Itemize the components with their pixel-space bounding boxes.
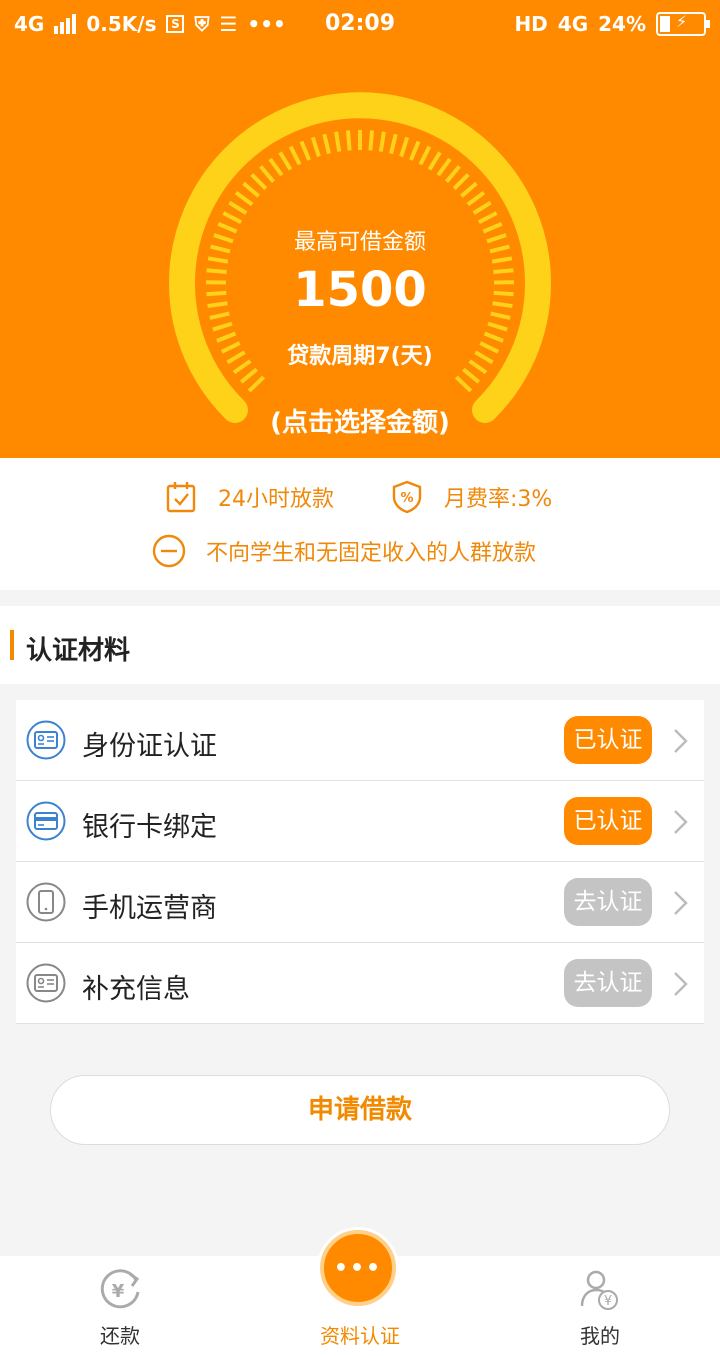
chevron-right-icon (674, 810, 688, 834)
svg-text:¥: ¥ (112, 1281, 125, 1302)
svg-text:%: % (400, 491, 413, 506)
gauge-tick (487, 321, 508, 332)
repay-icon: ¥ (100, 1269, 140, 1309)
feature-restriction-text: 不向学生和无固定收入的人群放款 (206, 541, 537, 566)
verify-row-id-card[interactable]: 身份证认证 已认证 (16, 700, 704, 781)
section-title: 认证材料 (26, 636, 131, 666)
gauge-tick (288, 145, 302, 166)
tab-repay[interactable]: ¥ 还款 (0, 1256, 240, 1356)
verify-row-carrier[interactable]: 手机运营商 去认证 (16, 862, 704, 943)
gauge-tick (228, 200, 248, 215)
gauge-tick (278, 151, 293, 171)
more-dots-icon: ••• (333, 1256, 383, 1281)
status-bar: 4G 0.5K/s S ⛨ ☰ ••• 02:09 HD 4G 24% ⚡ (0, 0, 720, 50)
verify-label: 身份证认证 (82, 731, 217, 762)
feature-rate: % 月费率:3% (390, 480, 552, 514)
verify-label: 补充信息 (82, 974, 190, 1005)
info-card-icon (26, 963, 66, 1003)
tab-label: 还款 (100, 1324, 140, 1348)
tab-label: 资料认证 (320, 1324, 400, 1348)
select-amount-hint[interactable]: (点击选择金额) (0, 402, 720, 439)
gauge-tick (259, 165, 276, 183)
gauge-tick (322, 133, 331, 155)
hd-indicator: HD (514, 12, 548, 36)
chevron-right-icon (674, 972, 688, 996)
apply-loan-button[interactable]: 申请借款 (50, 1075, 670, 1145)
bank-card-icon (26, 801, 66, 841)
chevron-right-icon (674, 891, 688, 915)
gauge-tick (472, 200, 492, 215)
gauge-tick (242, 181, 260, 198)
verify-label: 银行卡绑定 (82, 812, 217, 843)
network-type-right: 4G (557, 12, 589, 36)
gauge-tick (462, 367, 481, 384)
verified-badge[interactable]: 已认证 (564, 797, 652, 845)
gauge-tick (418, 145, 432, 166)
calendar-check-icon (164, 480, 198, 514)
gauge-tick (299, 140, 311, 161)
gauge-tick (334, 131, 342, 152)
go-verify-badge[interactable]: 去认证 (564, 878, 652, 926)
verify-label: 手机运营商 (82, 893, 217, 924)
verify-section-header: 认证材料 (0, 606, 720, 684)
go-verify-badge[interactable]: 去认证 (564, 959, 652, 1007)
verify-row-bank-card[interactable]: 银行卡绑定 已认证 (16, 781, 704, 862)
gauge-tick (444, 165, 461, 183)
gauge-tick (268, 157, 284, 177)
gauge-tick (399, 136, 410, 158)
gauge-tick (409, 140, 421, 161)
gauge-tick (389, 133, 398, 155)
verified-badge[interactable]: 已认证 (564, 716, 652, 764)
gauge-tick (436, 157, 452, 177)
battery-icon: ⚡ (656, 12, 710, 36)
user-icon: ¥ (580, 1270, 618, 1310)
phone-icon (26, 882, 66, 922)
gauge-tick (212, 321, 233, 332)
gauge-tick (466, 191, 486, 207)
feature-24h-text: 24小时放款 (218, 487, 334, 512)
loan-features: 24小时放款 % 月费率:3% 不向学生和无固定收入的人群放款 (0, 458, 720, 590)
feature-24h: 24小时放款 (164, 480, 334, 514)
gauge-tick (455, 375, 473, 393)
percent-shield-icon: % (390, 480, 424, 514)
section-accent-bar (10, 630, 14, 660)
id-card-icon (26, 720, 66, 760)
gauge-tick (378, 131, 386, 152)
gauge-tick (234, 191, 254, 207)
gauge-tick (346, 130, 352, 151)
loan-period: 贷款周期7(天) (287, 344, 433, 369)
amount-hero[interactable]: 最高可借金额 1500 贷款周期7(天) (点击选择金额) (0, 0, 720, 458)
gauge-tick (310, 136, 321, 158)
gauge-tick (427, 151, 442, 171)
feature-restriction: 不向学生和无固定收入的人群放款 (152, 534, 536, 568)
gauge-tick (222, 211, 243, 224)
gauge-tick (368, 130, 374, 151)
gauge-tick (477, 211, 498, 224)
max-amount-label: 最高可借金额 (293, 230, 426, 255)
feature-rate-text: 月费率:3% (444, 487, 553, 512)
minus-circle-icon (152, 534, 186, 568)
gauge-tick (239, 367, 258, 384)
battery-percent: 24% (598, 12, 646, 36)
gauge-tick (250, 173, 268, 191)
tab-label: 我的 (580, 1324, 620, 1348)
tab-mine[interactable]: ¥ 我的 (480, 1256, 720, 1356)
verify-list: 身份证认证 已认证 银行卡绑定 已认证 手机运营商 去认证 补充信息 去认证 (16, 700, 704, 1024)
more-dots-button[interactable]: ••• (320, 1230, 396, 1306)
verify-row-extra-info[interactable]: 补充信息 去认证 (16, 943, 704, 1024)
chevron-right-icon (674, 729, 688, 753)
gauge-tick (460, 181, 478, 198)
gauge-tick (247, 375, 265, 393)
gauge-tick (452, 173, 470, 191)
max-amount-value[interactable]: 1500 (0, 262, 720, 318)
svg-text:¥: ¥ (604, 1294, 612, 1309)
